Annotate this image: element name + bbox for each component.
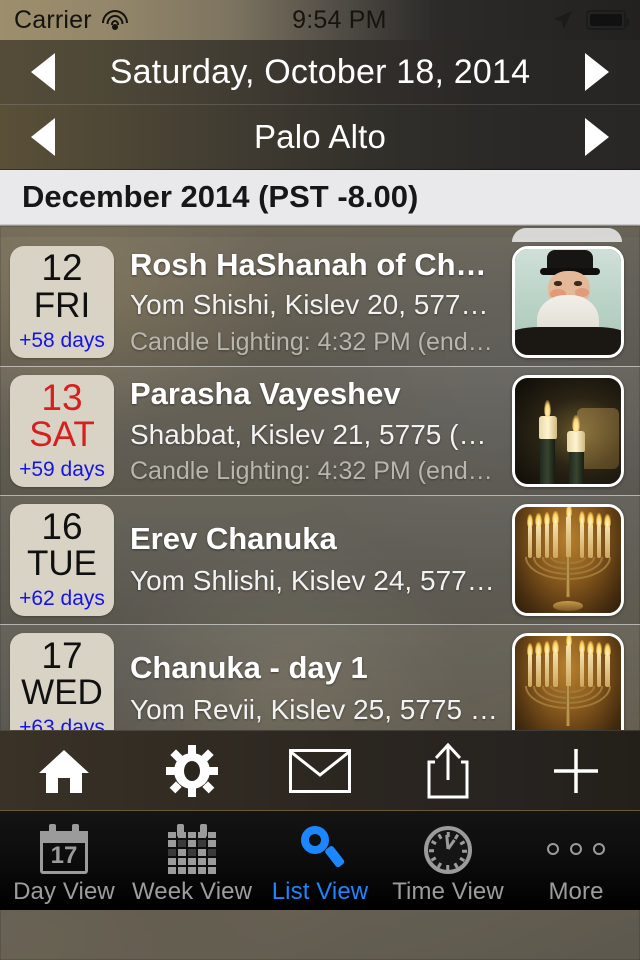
status-bar-left: Carrier [14, 6, 128, 35]
current-date-title[interactable]: Saturday, October 18, 2014 [86, 53, 554, 92]
shabbat-candles-thumbnail[interactable] [512, 375, 624, 487]
mail-button[interactable] [265, 731, 375, 811]
event-list[interactable]: 12FRI +58 days Rosh HaShanah of Chassi… Yom… [0, 225, 640, 730]
tab-label: List View [271, 877, 369, 905]
tab-week-view[interactable]: Week View [128, 811, 256, 910]
triangle-right-icon [585, 118, 609, 156]
table-row[interactable]: 12FRI +58 days Rosh HaShanah of Chassi… Yom… [0, 237, 640, 366]
tab-label: Time View [392, 877, 504, 905]
event-note: Candle Lighting: 4:32 PM (ends: 5:36… [130, 327, 502, 356]
tab-list-view[interactable]: List View [256, 811, 384, 910]
more-dots-icon [547, 822, 605, 874]
table-row[interactable]: 16 TUE +62 days Erev Chanuka Yom Shlishi, Ki… [0, 495, 640, 624]
rabbi-portrait-thumbnail[interactable] [512, 245, 624, 358]
magnifier-icon [297, 822, 346, 874]
tab-more[interactable]: More [512, 811, 640, 910]
date-badge: 13 SAT +59 days [10, 375, 114, 487]
event-text-block: Chanuka - day 1 Yom Revii, Kislev 25, 577… [114, 633, 512, 730]
status-bar: Carrier 9:54 PM [0, 0, 640, 40]
next-day-button[interactable] [554, 40, 640, 105]
menorah-thumbnail[interactable] [512, 633, 624, 730]
month-section-header: December 2014 (PST -8.00) [0, 170, 640, 225]
settings-button[interactable] [137, 731, 247, 811]
event-subtitle: Shabbat, Kislev 21, 5775 (Dec… [130, 418, 502, 450]
wifi-icon [101, 10, 128, 30]
date-day-number: 16 [41, 505, 83, 547]
status-bar-center: 9:54 PM [128, 6, 551, 35]
previous-day-button[interactable] [0, 40, 86, 105]
gear-icon [166, 744, 218, 797]
home-button[interactable] [9, 731, 119, 811]
tab-bar: 17 Day View Week View List View Time Vie… [0, 810, 640, 910]
date-relative-days: +59 days [19, 458, 105, 482]
date-badge: 12 FRI +58 days [10, 245, 114, 358]
envelope-icon [289, 748, 351, 793]
tab-label: Day View [13, 877, 115, 905]
triangle-left-icon [31, 118, 55, 156]
current-location-title[interactable]: Palo Alto [86, 118, 554, 156]
date-nav-bar: Saturday, October 18, 2014 [0, 40, 640, 105]
date-weekday: WED [21, 673, 103, 713]
share-icon [427, 742, 469, 798]
next-location-button[interactable] [554, 105, 640, 170]
tab-label: More [548, 877, 604, 905]
carrier-label: Carrier [14, 5, 92, 34]
date-relative-days: +58 days [19, 328, 105, 352]
home-icon [39, 749, 89, 793]
add-button[interactable] [521, 731, 631, 811]
date-weekday: FRI [33, 285, 91, 325]
calendar-day-icon: 17 [40, 822, 88, 874]
previous-location-button[interactable] [0, 105, 86, 170]
date-day-number: 13 [41, 376, 83, 418]
list-scroll-clipped-row [0, 225, 640, 242]
event-title: Parasha Vayeshev [130, 376, 401, 411]
status-time-label: 9:54 PM [292, 5, 387, 34]
event-text-block: Erev Chanuka Yom Shlishi, Kislev 24, 5775… [114, 504, 512, 616]
app-root: Carrier 9:54 PM Saturday, October 18, 20… [0, 0, 640, 960]
date-badge: 17 WED +63 days [10, 633, 114, 730]
battery-full-icon [586, 10, 629, 30]
event-title: Erev Chanuka [130, 520, 337, 556]
table-row[interactable]: 13 SAT +59 days Parasha Vayeshev Shabbat, Ki… [0, 366, 640, 495]
event-note: Candle Lighting: 4:32 PM (ends: 5:36… [130, 457, 502, 486]
date-weekday: TUE [27, 544, 97, 584]
clock-icon [424, 822, 472, 874]
triangle-right-icon [585, 53, 609, 91]
tab-label: Week View [131, 877, 253, 905]
date-day-number: 12 [41, 247, 83, 289]
tab-day-view[interactable]: 17 Day View [0, 811, 128, 910]
plus-icon [554, 748, 598, 793]
location-nav-bar: Palo Alto [0, 105, 640, 170]
event-text-block: Rosh HaShanah of Chassi… Yom Shishi, Kisl… [114, 246, 512, 358]
triangle-left-icon [31, 53, 55, 91]
date-relative-days: +62 days [19, 587, 105, 611]
date-badge: 16 TUE +62 days [10, 504, 114, 616]
date-weekday: SAT [29, 415, 95, 455]
menorah-thumbnail[interactable] [512, 504, 624, 616]
location-arrow-icon [551, 8, 575, 32]
date-day-number: 17 [41, 634, 83, 676]
event-subtitle: Yom Revii, Kislev 25, 5775 (De… [130, 694, 502, 726]
event-rows-container: 12FRI +58 days Rosh HaShanah of Chassi… Yom… [0, 237, 640, 730]
bottom-toolbar [0, 730, 640, 810]
table-row[interactable]: 17 WED +63 days Chanuka - day 1 Yom Revii, K… [0, 624, 640, 730]
status-bar-right [551, 8, 629, 32]
event-title: Chanuka - day 1 [130, 649, 368, 685]
date-relative-days: +63 days [19, 716, 105, 730]
tab-time-view[interactable]: Time View [384, 811, 512, 910]
event-title: Rosh HaShanah of Chassi… [130, 246, 502, 282]
calendar-day-number: 17 [50, 841, 78, 869]
share-button[interactable] [393, 731, 503, 811]
event-subtitle: Yom Shlishi, Kislev 24, 5775 (D… [130, 565, 502, 597]
event-subtitle: Yom Shishi, Kislev 20, 5775 (D… [130, 289, 502, 321]
event-text-block: Parasha Vayeshev Shabbat, Kislev 21, 5775… [114, 375, 512, 487]
calendar-week-icon [168, 822, 216, 874]
